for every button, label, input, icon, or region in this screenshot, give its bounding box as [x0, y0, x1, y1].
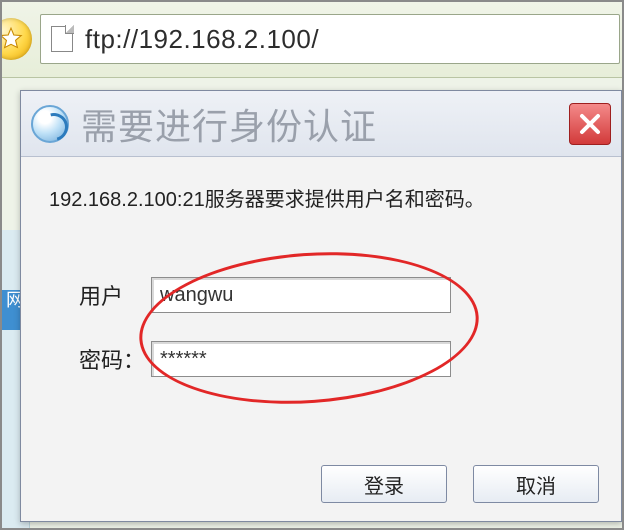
dialog-title: 需要进行身份认证: [81, 98, 377, 150]
dialog-titlebar: 需要进行身份认证: [21, 91, 621, 157]
password-input[interactable]: [151, 341, 451, 377]
user-row: 用户: [21, 277, 621, 313]
dialog-body: 192.168.2.100:21服务器要求提供用户名和密码。 用户 密码： 登录…: [21, 157, 621, 521]
password-row: 密码：: [21, 341, 621, 377]
url-text: ftp://192.168.2.100/: [85, 24, 319, 55]
address-bar[interactable]: ftp://192.168.2.100/: [40, 14, 620, 64]
close-button[interactable]: [569, 103, 611, 145]
user-label: 用户: [21, 279, 151, 311]
auth-dialog: 需要进行身份认证 192.168.2.100:21服务器要求提供用户名和密码。 …: [20, 90, 622, 522]
page-icon: [51, 26, 73, 52]
login-button[interactable]: 登录: [321, 465, 447, 503]
credentials-form: 用户 密码：: [21, 277, 621, 405]
cancel-button[interactable]: 取消: [473, 465, 599, 503]
username-input[interactable]: [151, 277, 451, 313]
favorites-star-icon[interactable]: [0, 18, 32, 60]
dialog-message: 192.168.2.100:21服务器要求提供用户名和密码。: [49, 183, 593, 212]
dialog-buttons: 登录 取消: [321, 465, 599, 503]
password-label: 密码：: [21, 343, 151, 375]
close-icon: [578, 112, 602, 136]
browser-toolbar: ftp://192.168.2.100/: [0, 0, 624, 78]
browser-app-icon: [31, 105, 69, 143]
